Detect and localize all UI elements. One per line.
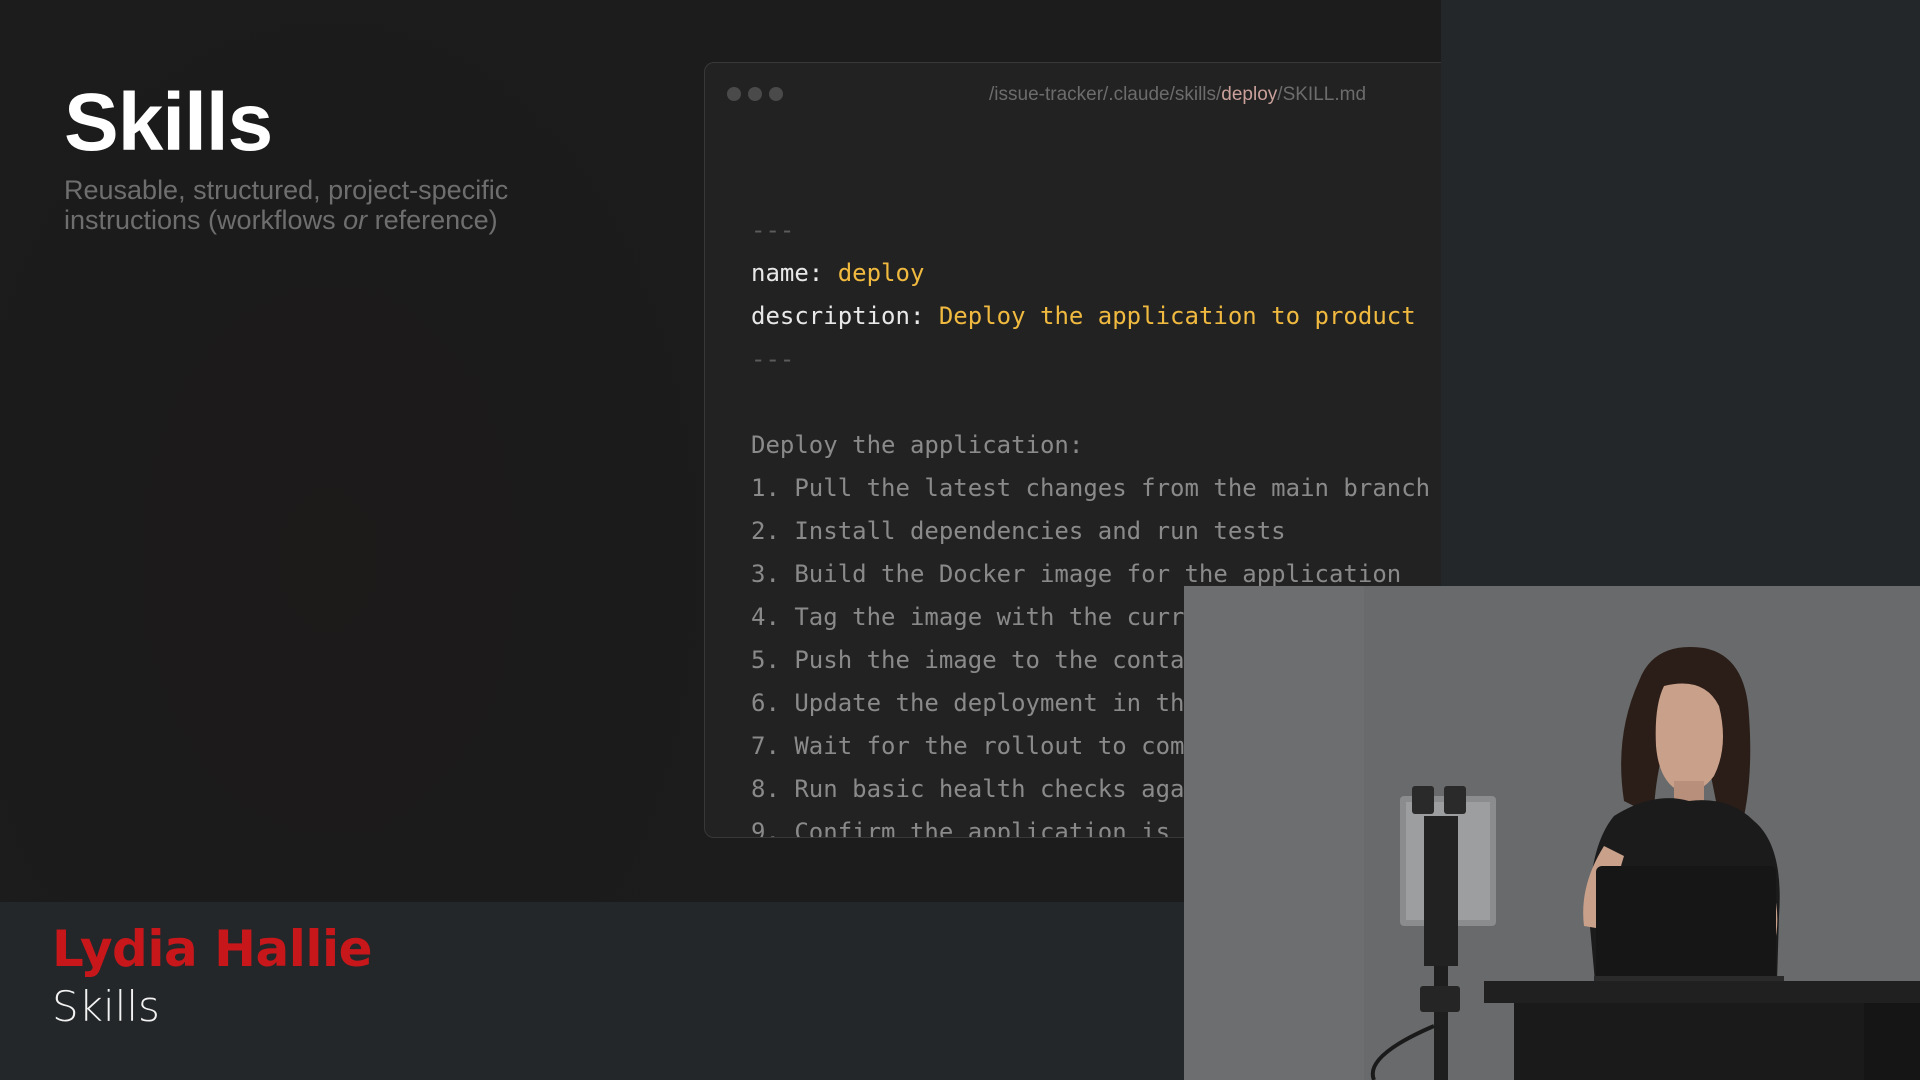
talk-topic: Skills: [52, 982, 160, 1031]
code-line-value: Deploy the application to product: [938, 302, 1416, 330]
file-path-prefix: /issue-tracker/.claude/skills/: [989, 84, 1222, 105]
code-line-value: deploy: [837, 259, 925, 287]
code-line-key: description:: [751, 302, 939, 330]
window-dot-icon: [748, 87, 762, 101]
code-line-key: name:: [751, 259, 838, 287]
code-line-text: 7. Wait for the rollout to complete: [751, 732, 1257, 760]
file-path-highlight: deploy: [1221, 84, 1278, 105]
speaker-video-image: [1184, 586, 1920, 1080]
speaker-name: Lydia Hallie: [52, 920, 373, 978]
code-line: 1. Pull the latest changes from the main…: [751, 467, 1430, 510]
code-line: ---: [751, 338, 1430, 381]
video-frame: Skills Reusable, structured, project-spe…: [0, 0, 1920, 1080]
window-controls: [727, 87, 783, 101]
code-line: 2. Install dependencies and run tests: [751, 510, 1430, 553]
slide-subtitle-emphasis: or: [343, 205, 368, 235]
window-dot-icon: [769, 87, 783, 101]
slide-subtitle-part2: reference): [367, 205, 498, 235]
slide-subtitle: Reusable, structured, project-specific i…: [64, 175, 584, 235]
code-line: name: deploy: [751, 252, 1430, 295]
code-line: ---: [751, 209, 1430, 252]
code-line: description: Deploy the application to p…: [751, 295, 1430, 338]
lower-third: Lydia Hallie Skills: [0, 902, 1184, 1080]
speaker-camera-feed: [1184, 586, 1920, 1080]
code-line: Deploy the application:: [751, 424, 1430, 467]
code-line-key: ---: [751, 345, 795, 373]
code-line-text: 3. Build the Docker image for the applic…: [751, 560, 1402, 588]
slide-title: Skills: [64, 77, 273, 168]
code-line-text: Deploy the application:: [751, 431, 1084, 459]
code-line-key: ---: [751, 216, 795, 244]
file-path-suffix: /SKILL.md: [1277, 84, 1367, 105]
background-panel: [1441, 0, 1920, 586]
window-dot-icon: [727, 87, 741, 101]
file-path: /issue-tracker/.claude/skills/deploy/SKI…: [989, 84, 1366, 106]
code-line-text: 2. Install dependencies and run tests: [751, 517, 1286, 545]
code-line-text: 1. Pull the latest changes from the main…: [751, 474, 1431, 502]
